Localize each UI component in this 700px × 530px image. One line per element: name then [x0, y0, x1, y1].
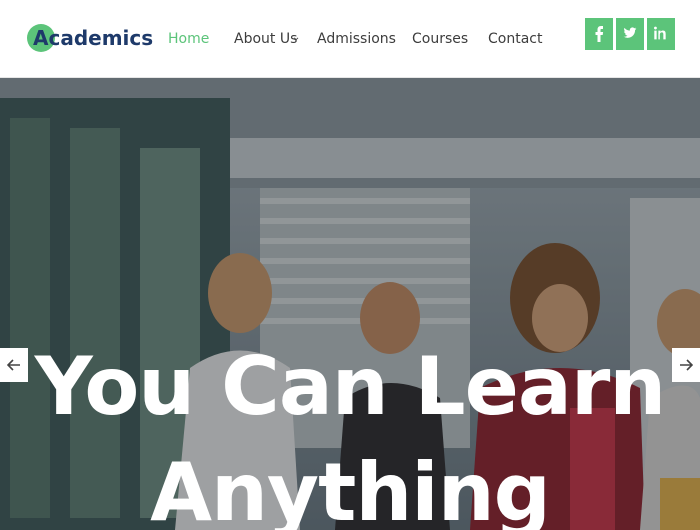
facebook-icon[interactable] [585, 18, 613, 50]
logo-text: Academics [33, 26, 154, 50]
linkedin-icon[interactable] [647, 18, 675, 50]
site-header: Academics Home About Us ⌄ Admissions Cou… [0, 0, 700, 78]
nav-item-admissions[interactable]: Admissions [317, 28, 396, 50]
hero-headline-line-1: You Can Learn [34, 340, 666, 433]
hero-slider: You Can Learn Anything [0, 78, 700, 530]
arrow-right-icon[interactable] [672, 348, 700, 382]
arrow-left-icon[interactable] [0, 348, 28, 382]
nav-item-home[interactable]: Home [168, 28, 209, 50]
nav-item-about-us[interactable]: About Us [234, 28, 297, 50]
chevron-down-icon[interactable]: ⌄ [292, 28, 300, 48]
hero-headline-line-2: Anything [150, 446, 551, 530]
logo[interactable]: Academics [27, 24, 153, 54]
nav-item-courses[interactable]: Courses [412, 28, 468, 50]
twitter-icon[interactable] [616, 18, 644, 50]
nav-item-contact[interactable]: Contact [488, 28, 542, 50]
